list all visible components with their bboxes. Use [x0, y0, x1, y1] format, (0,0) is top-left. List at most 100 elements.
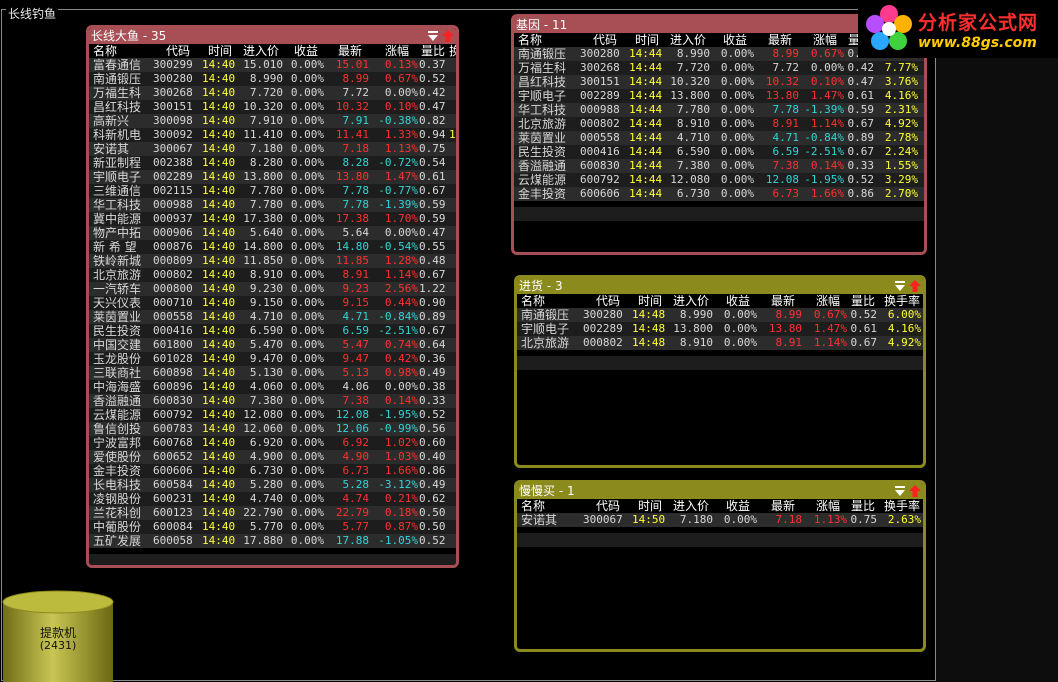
- table-row[interactable]: 富春通信 300299 14:40 15.010 0.00% 15.01 0.13% 0.37: [89, 58, 456, 72]
- column-header[interactable]: 换手率: [449, 44, 456, 58]
- table-row[interactable]: 三联商社 600898 14:40 5.130 0.00% 5.13 0.98% 0.49: [89, 366, 456, 380]
- table-row[interactable]: 昌红科技 300151 14:40 10.320 0.00% 10.32 0.10% 0.47: [89, 100, 456, 114]
- table-row[interactable]: 新亚制程 002388 14:40 8.280 0.00% 8.28 -0.72% 0.54: [89, 156, 456, 170]
- table-row[interactable]: 凌钢股份 600231 14:40 4.740 0.00% 4.74 0.21% 0.62: [89, 492, 456, 506]
- table-row[interactable]: 华工科技 000988 14:40 7.780 0.00% 7.78 -1.39% 0.59: [89, 198, 456, 212]
- column-header[interactable]: 时间: [629, 33, 665, 47]
- column-header[interactable]: 最新: [762, 294, 804, 308]
- table-row[interactable]: 莱茵置业 000558 14:40 4.710 0.00% 4.71 -0.84% 0.89: [89, 310, 456, 324]
- table-row[interactable]: 金丰投资 600606 14:40 6.730 0.00% 6.73 1.66% 0.86: [89, 464, 456, 478]
- column-header[interactable]: 代码: [580, 33, 630, 47]
- column-header[interactable]: 时间: [202, 44, 238, 58]
- panel-changxian[interactable]: 长线大鱼 - 35名称代码时间进入价收益最新涨幅量比换手率富春通信 300299 1…: [86, 25, 459, 568]
- column-header[interactable]: 名称: [521, 294, 583, 308]
- table-row[interactable]: 香溢融通 600830 14:40 7.380 0.00% 7.38 0.14% 0.33: [89, 394, 456, 408]
- column-header[interactable]: 量比: [419, 44, 447, 58]
- table-row[interactable]: 长电科技 600584 14:40 5.280 0.00% 5.28 -3.12% 0.49: [89, 478, 456, 492]
- table-row[interactable]: 北京旅游 000802 14:44 8.910 0.00% 8.91 1.14% 0.67 4.…: [514, 117, 924, 131]
- table-row[interactable]: 北京旅游 000802 14:40 8.910 0.00% 8.91 1.14% 0.67: [89, 268, 456, 282]
- column-header[interactable]: 收益: [717, 499, 759, 513]
- table-row[interactable]: 中葡股份 600084 14:40 5.770 0.00% 5.77 0.87% 0.50: [89, 520, 456, 534]
- table-row[interactable]: 铁岭新城 000809 14:40 11.850 0.00% 11.85 1.28% 0.48: [89, 254, 456, 268]
- table-cell: 14:44: [629, 117, 663, 130]
- column-header[interactable]: 量比: [847, 294, 879, 308]
- table-row[interactable]: 云煤能源 600792 14:44 12.080 0.00% 12.08 -1.95% 0.5…: [514, 173, 924, 187]
- table-row[interactable]: 宇顺电子 002289 14:40 13.800 0.00% 13.80 1.47% 0.61: [89, 170, 456, 184]
- table-row[interactable]: 宇顺电子 002289 14:44 13.800 0.00% 13.80 1.47% 0.61…: [514, 89, 924, 103]
- table-row[interactable]: 北京旅游 000802 14:48 8.910 0.00% 8.91 1.14% 0.67 4.…: [517, 336, 923, 350]
- column-header[interactable]: 时间: [632, 499, 668, 513]
- panel-title-bar[interactable]: 长线大鱼 - 35: [89, 28, 456, 44]
- table-row[interactable]: 莱茵置业 000558 14:44 4.710 0.00% 4.71 -0.84% 0.89 2…: [514, 131, 924, 145]
- table-row[interactable]: 宇顺电子 002289 14:48 13.800 0.00% 13.80 1.47% 0.61…: [517, 322, 923, 336]
- table-row[interactable]: 中国交建 601800 14:40 5.470 0.00% 5.47 0.74% 0.64: [89, 338, 456, 352]
- table-row[interactable]: 五矿发展 600058 14:40 17.880 0.00% 17.88 -1.05% 0.5…: [89, 534, 456, 548]
- column-header[interactable]: 换手率: [881, 294, 923, 308]
- column-header[interactable]: 最新: [762, 499, 804, 513]
- table-row[interactable]: 中海海盛 600896 14:40 4.060 0.00% 4.06 0.00% 0.38: [89, 380, 456, 394]
- table-row[interactable]: 安诺其 300067 14:40 7.180 0.00% 7.18 1.13% 0.75: [89, 142, 456, 156]
- column-header[interactable]: 换手率: [881, 499, 923, 513]
- column-header[interactable]: 涨幅: [374, 44, 420, 58]
- column-header[interactable]: 最新: [759, 33, 801, 47]
- red-up-arrow-icon[interactable]: [441, 29, 455, 43]
- dropdown-triangle-icon[interactable]: [426, 29, 440, 43]
- column-header[interactable]: 时间: [632, 294, 668, 308]
- column-header[interactable]: 收益: [286, 44, 326, 58]
- column-header[interactable]: 涨幅: [804, 33, 846, 47]
- table-row[interactable]: 兰花科创 600123 14:40 22.790 0.00% 22.79 0.18% 0.50: [89, 506, 456, 520]
- table-row[interactable]: 昌红科技 300151 14:44 10.320 0.00% 10.32 0.10% 0.47…: [514, 75, 924, 89]
- panel-title-bar[interactable]: 慢慢买 - 1: [517, 483, 923, 499]
- column-header[interactable]: 涨幅: [807, 499, 849, 513]
- table-row[interactable]: 玉龙股份 601028 14:40 9.470 0.00% 9.47 0.42% 0.36: [89, 352, 456, 366]
- column-header[interactable]: 收益: [717, 294, 759, 308]
- table-row[interactable]: 金丰投资 600606 14:44 6.730 0.00% 6.73 1.66% 0.86 2.…: [514, 187, 924, 201]
- cash-machine-button[interactable]: 提款机 (2431): [2, 590, 114, 682]
- column-header[interactable]: 名称: [93, 44, 153, 58]
- table-row[interactable]: 物产中拓 000906 14:40 5.640 0.00% 5.64 0.00% 0.47: [89, 226, 456, 240]
- column-header[interactable]: 进入价: [664, 33, 712, 47]
- table-cell: 14:40: [202, 254, 236, 267]
- table-row[interactable]: 天兴仪表 000710 14:40 9.150 0.00% 9.15 0.44% 0.90: [89, 296, 456, 310]
- column-header[interactable]: 进入价: [667, 294, 715, 308]
- table-row[interactable]: 万福生科 300268 14:40 7.720 0.00% 7.72 0.00% 0.42: [89, 86, 456, 100]
- panel-title-bar[interactable]: 进货 - 3: [517, 278, 923, 294]
- table-row[interactable]: 南通锻压 300280 14:40 8.990 0.00% 8.99 0.67% 0.52: [89, 72, 456, 86]
- column-header[interactable]: 收益: [714, 33, 756, 47]
- table-row[interactable]: 南通锻压 300280 14:48 8.990 0.00% 8.99 0.67% 0.52 6.…: [517, 308, 923, 322]
- dropdown-triangle-icon[interactable]: [893, 484, 907, 498]
- column-header[interactable]: 量比: [847, 499, 879, 513]
- table-row[interactable]: 一汽轿车 000800 14:40 9.230 0.00% 9.23 2.56% 1.22: [89, 282, 456, 296]
- column-header[interactable]: 涨幅: [807, 294, 849, 308]
- column-header[interactable]: 代码: [153, 44, 203, 58]
- table-row[interactable]: 宁波富邦 600768 14:40 6.920 0.00% 6.92 1.02% 0.60: [89, 436, 456, 450]
- table-row[interactable]: 万福生科 300268 14:44 7.720 0.00% 7.72 0.00% 0.42 7.…: [514, 61, 924, 75]
- table-row[interactable]: 爱使股份 600652 14:40 4.900 0.00% 4.90 1.03% 0.40: [89, 450, 456, 464]
- table-row[interactable]: 冀中能源 000937 14:40 17.380 0.00% 17.38 1.70% 0.59: [89, 212, 456, 226]
- column-header[interactable]: 进入价: [667, 499, 715, 513]
- panel-jinhuo[interactable]: 进货 - 3 名称 代码 时间 进入价 收益 最新 涨幅 量比 换手率 南通锻压 300280 14:4…: [514, 275, 926, 468]
- column-header[interactable]: 进入价: [237, 44, 285, 58]
- table-row[interactable]: 云煤能源 600792 14:40 12.080 0.00% 12.08 -1.95% 0.5…: [89, 408, 456, 422]
- table-row[interactable]: 鲁信创投 600783 14:40 12.060 0.00% 12.06 -0.99% 0.5…: [89, 422, 456, 436]
- table-row[interactable]: 民生投资 000416 14:40 6.590 0.00% 6.59 -2.51% 0.67: [89, 324, 456, 338]
- table-row[interactable]: 高新兴 300098 14:40 7.910 0.00% 7.91 -0.38% 0.82: [89, 114, 456, 128]
- column-header[interactable]: 代码: [583, 499, 633, 513]
- table-row[interactable]: 安诺其 300067 14:50 7.180 0.00% 7.18 1.13% 0.75 2.6…: [517, 513, 923, 527]
- dropdown-triangle-icon[interactable]: [893, 279, 907, 293]
- red-up-arrow-icon[interactable]: [908, 484, 922, 498]
- column-header[interactable]: 代码: [583, 294, 633, 308]
- red-up-arrow-icon[interactable]: [908, 279, 922, 293]
- column-header[interactable]: 名称: [518, 33, 580, 47]
- column-header[interactable]: 最新: [329, 44, 371, 58]
- table-row[interactable]: 三维通信 002115 14:40 7.780 0.00% 7.78 -0.77% 0.67: [89, 184, 456, 198]
- table-row[interactable]: 科新机电 300092 14:40 11.410 0.00% 11.41 1.33% 0.94…: [89, 128, 456, 142]
- table-row[interactable]: 新 希 望 000876 14:40 14.800 0.00% 14.80 -0.54% 0.…: [89, 240, 456, 254]
- column-header[interactable]: 名称: [521, 499, 583, 513]
- table-row[interactable]: 华工科技 000988 14:44 7.780 0.00% 7.78 -1.39% 0.59 2…: [514, 103, 924, 117]
- table-cell: 0.00%: [290, 86, 324, 99]
- table-cell: 0.00%: [290, 100, 324, 113]
- panel-manman[interactable]: 慢慢买 - 1 名称 代码 时间 进入价 收益 最新 涨幅 量比 换手率 安诺其 300067 14:5…: [514, 480, 926, 652]
- table-row[interactable]: 民生投资 000416 14:44 6.590 0.00% 6.59 -2.51% 0.67 2…: [514, 145, 924, 159]
- table-row[interactable]: 香溢融通 600830 14:44 7.380 0.00% 7.38 0.14% 0.33 1.…: [514, 159, 924, 173]
